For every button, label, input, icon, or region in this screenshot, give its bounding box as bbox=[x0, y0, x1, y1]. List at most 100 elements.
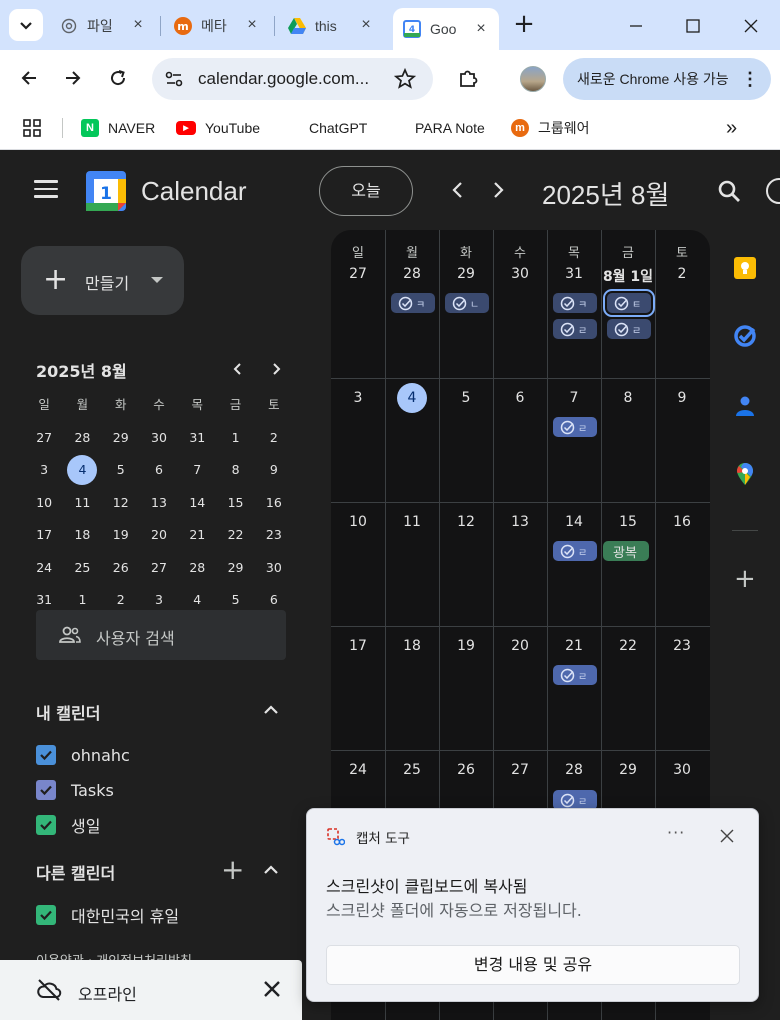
people-search-field[interactable]: 사용자 검색 bbox=[36, 610, 286, 660]
add-calendar-button[interactable]: + bbox=[221, 856, 244, 884]
day-number[interactable]: 8월 1일 bbox=[601, 266, 655, 286]
mini-day[interactable]: 30 bbox=[140, 426, 178, 459]
today-button[interactable]: 오늘 bbox=[319, 166, 413, 216]
mini-day[interactable]: 18 bbox=[63, 523, 101, 556]
day-number[interactable]: 11 bbox=[385, 514, 439, 530]
mini-day[interactable]: 5 bbox=[102, 458, 140, 491]
day-number[interactable]: 30 bbox=[655, 762, 709, 778]
task-chip[interactable]: ㄴ bbox=[445, 293, 489, 313]
mini-day[interactable]: 17 bbox=[25, 523, 63, 556]
minimize-button[interactable] bbox=[622, 12, 650, 40]
day-number[interactable]: 23 bbox=[655, 638, 709, 654]
day-number[interactable]: 20 bbox=[493, 638, 547, 654]
task-chip[interactable]: ㄹ bbox=[553, 541, 597, 561]
close-window-button[interactable] bbox=[737, 12, 765, 40]
bookmark-para-note[interactable]: PARA Note bbox=[388, 115, 485, 141]
day-number[interactable]: 14 bbox=[547, 514, 601, 530]
mini-day[interactable]: 7 bbox=[178, 458, 216, 491]
extensions-button[interactable] bbox=[454, 64, 482, 92]
contacts-icon[interactable] bbox=[733, 394, 757, 418]
day-number[interactable]: 6 bbox=[493, 390, 547, 406]
checkbox-checked-icon[interactable] bbox=[36, 815, 56, 835]
task-chip[interactable]: ㄹ bbox=[553, 665, 597, 685]
browser-tab-active[interactable]: 4 Goo × bbox=[393, 8, 499, 50]
bookmarks-overflow-button[interactable]: » bbox=[726, 115, 737, 141]
tab-search-button[interactable] bbox=[9, 9, 43, 41]
chevron-right-icon[interactable] bbox=[486, 178, 510, 202]
mini-day[interactable]: 29 bbox=[216, 556, 254, 589]
main-menu-button[interactable] bbox=[34, 180, 58, 200]
mini-day[interactable]: 8 bbox=[216, 458, 254, 491]
mini-day[interactable]: 27 bbox=[25, 426, 63, 459]
chevron-left-icon[interactable] bbox=[229, 360, 247, 378]
get-addons-button[interactable]: + bbox=[734, 566, 756, 592]
task-chip[interactable]: ㄹ bbox=[553, 790, 597, 810]
day-number[interactable]: 25 bbox=[385, 762, 439, 778]
mini-day[interactable]: 3 bbox=[25, 458, 63, 491]
browser-tab[interactable]: this × bbox=[288, 9, 378, 42]
day-number[interactable]: 29 bbox=[439, 266, 493, 282]
close-icon[interactable] bbox=[262, 979, 282, 999]
day-number[interactable]: 31 bbox=[547, 266, 601, 282]
day-number[interactable]: 28 bbox=[547, 762, 601, 778]
chevron-up-icon[interactable] bbox=[262, 861, 280, 879]
bookmark-star-icon[interactable] bbox=[393, 67, 417, 91]
day-number[interactable]: 3 bbox=[331, 390, 385, 406]
day-number[interactable]: 29 bbox=[601, 762, 655, 778]
day-number[interactable]: 13 bbox=[493, 514, 547, 530]
mini-day[interactable]: 6 bbox=[140, 458, 178, 491]
calendar-item-korea-holidays[interactable]: 대한민국의 휴일 bbox=[36, 903, 179, 927]
day-number[interactable]: 21 bbox=[547, 638, 601, 654]
mini-day[interactable]: 19 bbox=[102, 523, 140, 556]
day-number[interactable]: 30 bbox=[493, 266, 547, 282]
mini-day[interactable]: 9 bbox=[255, 458, 293, 491]
task-chip[interactable]: ㄹ bbox=[553, 417, 597, 437]
mini-day[interactable]: 13 bbox=[140, 491, 178, 524]
day-number[interactable]: 10 bbox=[331, 514, 385, 530]
mini-day[interactable]: 2 bbox=[255, 426, 293, 459]
bookmark-naver[interactable]: N NAVER bbox=[81, 115, 155, 141]
day-number[interactable]: 12 bbox=[439, 514, 493, 530]
day-number[interactable]: 7 bbox=[547, 390, 601, 406]
other-calendars-title[interactable]: 다른 캘린더 bbox=[36, 860, 115, 884]
address-bar[interactable]: calendar.google.com... bbox=[152, 58, 433, 100]
more-horiz-icon[interactable]: ··· bbox=[667, 823, 685, 842]
mini-day[interactable]: 4 bbox=[63, 455, 101, 491]
create-button[interactable]: + 만들기 bbox=[21, 246, 184, 315]
mini-day[interactable]: 28 bbox=[178, 556, 216, 589]
tab-close-icon[interactable]: × bbox=[244, 17, 260, 33]
mini-day[interactable]: 16 bbox=[255, 491, 293, 524]
day-number[interactable]: 19 bbox=[439, 638, 493, 654]
day-number[interactable]: 24 bbox=[331, 762, 385, 778]
day-number[interactable]: 18 bbox=[385, 638, 439, 654]
help-icon[interactable] bbox=[766, 178, 780, 204]
day-number[interactable]: 2 bbox=[655, 266, 709, 282]
bookmark-groupware[interactable]: m 그룹웨어 bbox=[511, 115, 590, 141]
holiday-chip[interactable]: 광복 bbox=[603, 541, 649, 561]
reload-button[interactable] bbox=[104, 64, 132, 92]
mini-day[interactable]: 31 bbox=[178, 426, 216, 459]
mini-day[interactable]: 11 bbox=[63, 491, 101, 524]
bookmark-youtube[interactable]: ▶ YouTube bbox=[176, 115, 260, 141]
task-chip[interactable]: ㅋ bbox=[553, 293, 597, 313]
edit-and-share-button[interactable]: 변경 내용 및 공유 bbox=[326, 945, 740, 985]
tab-close-icon[interactable]: × bbox=[130, 17, 146, 33]
mini-day[interactable]: 30 bbox=[255, 556, 293, 589]
profile-avatar[interactable] bbox=[520, 66, 546, 92]
checkbox-checked-icon[interactable] bbox=[36, 780, 56, 800]
browser-tab[interactable]: m 메타 × bbox=[174, 9, 264, 42]
day-number[interactable]: 5 bbox=[439, 390, 493, 406]
new-tab-button[interactable]: + bbox=[510, 11, 538, 39]
task-chip[interactable]: ㄹ bbox=[607, 319, 651, 339]
chevron-up-icon[interactable] bbox=[262, 701, 280, 719]
task-chip[interactable]: ㅌ bbox=[603, 289, 655, 317]
mini-day[interactable]: 12 bbox=[102, 491, 140, 524]
chevron-right-icon[interactable] bbox=[267, 360, 285, 378]
day-number[interactable]: 17 bbox=[331, 638, 385, 654]
search-icon[interactable] bbox=[716, 178, 742, 204]
tab-close-icon[interactable]: × bbox=[358, 17, 374, 33]
day-number[interactable]: 22 bbox=[601, 638, 655, 654]
calendar-item-tasks[interactable]: Tasks bbox=[36, 778, 114, 802]
task-chip[interactable]: ㅋ bbox=[391, 293, 435, 313]
tasks-icon[interactable] bbox=[733, 324, 757, 348]
